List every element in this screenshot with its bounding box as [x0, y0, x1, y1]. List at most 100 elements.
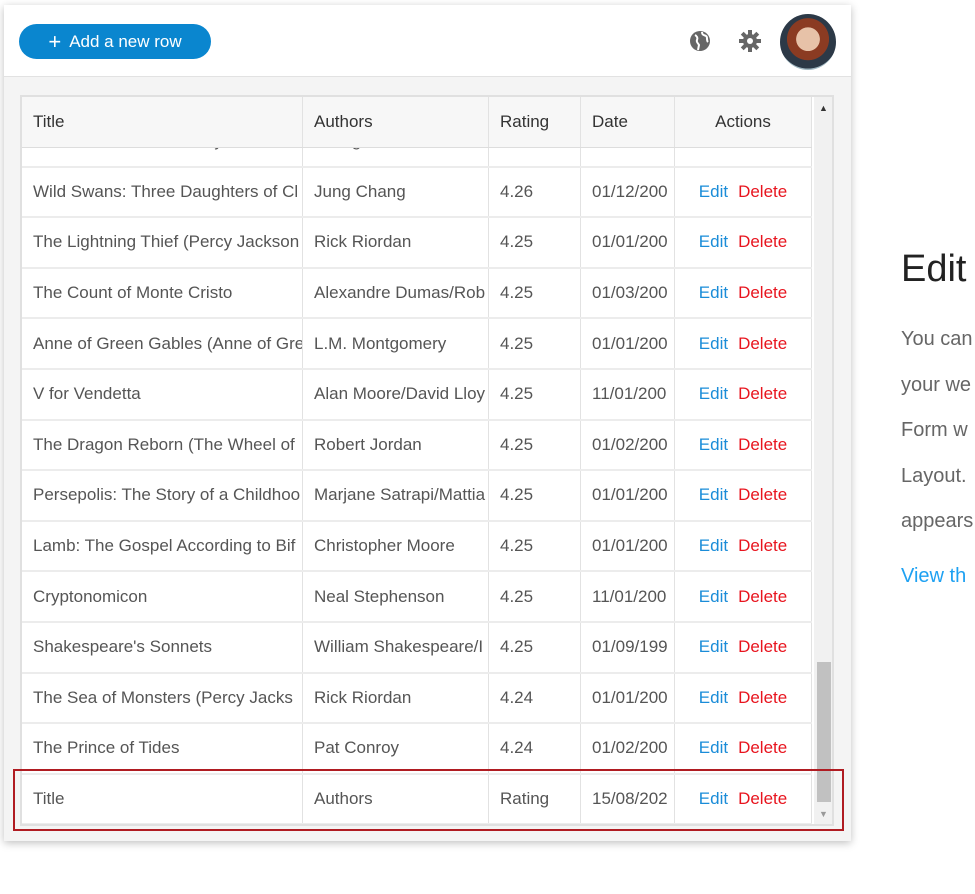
table-body: The Richest Man in BabylonGeorge S. Clas…	[22, 117, 812, 824]
delete-link[interactable]: Delete	[738, 587, 787, 607]
avatar[interactable]	[780, 14, 836, 70]
delete-link[interactable]: Delete	[738, 232, 787, 252]
cell-date: 01/12/200	[581, 167, 675, 217]
header-rating[interactable]: Rating	[489, 97, 581, 147]
cell-actions: Edit Delete	[675, 572, 812, 621]
toolbar: + Add a new row	[4, 5, 851, 77]
cell-authors: William Shakespeare/I	[303, 622, 489, 672]
table-row[interactable]: V for Vendetta Alan Moore/David Lloy 4.25 1…	[22, 369, 812, 421]
cell-title: V for Vendetta	[22, 369, 303, 419]
delete-link[interactable]: Delete	[738, 637, 787, 657]
cell-date: 01/01/200	[581, 218, 675, 267]
cell-authors: Robert Jordan	[303, 420, 489, 470]
edit-link[interactable]: Edit	[699, 485, 728, 505]
header-authors[interactable]: Authors	[303, 97, 489, 147]
cell-rating: 4.25	[489, 521, 581, 571]
cell-title: The Dragon Reborn (The Wheel of	[22, 420, 303, 470]
edit-link[interactable]: Edit	[699, 587, 728, 607]
plus-icon: +	[48, 28, 62, 54]
cell-actions: Edit Delete	[675, 369, 812, 419]
edit-link[interactable]: Edit	[699, 536, 728, 556]
table-row[interactable]: The Count of Monte Cristo Alexandre Dumas…	[22, 268, 812, 320]
cell-authors: Pat Conroy	[303, 724, 489, 773]
add-row-label: Add a new row	[69, 31, 182, 51]
cell-title: Anne of Green Gables (Anne of Gre	[22, 319, 303, 368]
gear-icon[interactable]	[738, 29, 762, 53]
cell-rating: 4.25	[489, 572, 581, 621]
table-row[interactable]: The Sea of Monsters (Percy Jacks Rick Rio…	[22, 673, 812, 725]
edit-link[interactable]: Edit	[699, 384, 728, 404]
delete-link[interactable]: Delete	[738, 384, 787, 404]
panel-body: You can your we Form w Layout. appears	[901, 328, 974, 532]
table-row[interactable]: The Prince of Tides Pat Conroy 4.24 01/02/2…	[22, 724, 812, 775]
delete-link[interactable]: Delete	[738, 435, 787, 455]
table-row[interactable]: Persepolis: The Story of a Childhoo Marja…	[22, 471, 812, 522]
scroll-up-icon[interactable]: ▲	[819, 103, 828, 113]
delete-link[interactable]: Delete	[738, 688, 787, 708]
header-title[interactable]: Title	[22, 97, 303, 147]
cell-authors: Christopher Moore	[303, 521, 489, 571]
vertical-scrollbar[interactable]: ▲ ▼	[814, 97, 832, 824]
cell-actions: Edit Delete	[675, 622, 812, 672]
cell-date: 01/01/200	[581, 471, 675, 520]
edit-link[interactable]: Edit	[699, 435, 728, 455]
edit-link[interactable]: Edit	[699, 637, 728, 657]
cell-actions: Edit Delete	[675, 167, 812, 217]
header-actions: Actions	[675, 97, 812, 147]
cell-rating: 4.26	[489, 167, 581, 217]
edit-link[interactable]: Edit	[699, 688, 728, 708]
edit-link[interactable]: Edit	[699, 232, 728, 252]
table-row[interactable]: Wild Swans: Three Daughters of Cl Jung Ch…	[22, 167, 812, 219]
cell-authors: Marjane Satrapi/Mattia	[303, 471, 489, 520]
table-row[interactable]: The Lightning Thief (Percy Jackson Rick R…	[22, 218, 812, 269]
cell-rating: 4.25	[489, 218, 581, 267]
table-row[interactable]: The Dragon Reborn (The Wheel of Robert Jo…	[22, 420, 812, 472]
table-row[interactable]: Shakespeare's Sonnets William Shakespeare…	[22, 622, 812, 674]
cell-authors: Jung Chang	[303, 167, 489, 217]
cell-rating: 4.25	[489, 369, 581, 419]
cell-actions: Edit Delete	[675, 268, 812, 318]
header-date[interactable]: Date	[581, 97, 675, 147]
edit-link[interactable]: Edit	[699, 738, 728, 758]
cell-date: 01/01/200	[581, 319, 675, 368]
cell-authors: L.M. Montgomery	[303, 319, 489, 368]
cell-date: 01/01/200	[581, 521, 675, 571]
cell-date: 11/01/200	[581, 369, 675, 419]
cell-rating: 4.25	[489, 420, 581, 470]
table-header: Title Authors Rating Date Actions	[22, 97, 812, 148]
cell-date: 01/03/200	[581, 268, 675, 318]
cell-date: 01/02/200	[581, 724, 675, 773]
delete-link[interactable]: Delete	[738, 536, 787, 556]
cell-rating: 4.25	[489, 471, 581, 520]
cell-authors: Alexandre Dumas/Rob	[303, 268, 489, 318]
cell-title: The Sea of Monsters (Percy Jacks	[22, 673, 303, 723]
delete-link[interactable]: Delete	[738, 283, 787, 303]
delete-link[interactable]: Delete	[738, 334, 787, 354]
edit-link[interactable]: Edit	[699, 182, 728, 202]
cell-title: Wild Swans: Three Daughters of Cl	[22, 167, 303, 217]
delete-link[interactable]: Delete	[738, 738, 787, 758]
cell-title: Lamb: The Gospel According to Bif	[22, 521, 303, 571]
edit-link[interactable]: Edit	[699, 334, 728, 354]
panel-link[interactable]: View th	[901, 565, 966, 588]
cell-date: 01/01/200	[581, 673, 675, 723]
table-row[interactable]: Anne of Green Gables (Anne of Gre L.M. Mo…	[22, 319, 812, 370]
globe-icon[interactable]	[688, 29, 712, 53]
cell-rating: 4.24	[489, 673, 581, 723]
cell-rating: 4.25	[489, 268, 581, 318]
cell-date: 01/09/199	[581, 622, 675, 672]
cell-title: Shakespeare's Sonnets	[22, 622, 303, 672]
edit-link[interactable]: Edit	[699, 283, 728, 303]
cell-title: Cryptonomicon	[22, 572, 303, 621]
add-row-button[interactable]: + Add a new row	[19, 24, 211, 59]
delete-link[interactable]: Delete	[738, 485, 787, 505]
table-row[interactable]: Lamb: The Gospel According to Bif Christo…	[22, 521, 812, 573]
table-row[interactable]: Cryptonomicon Neal Stephenson 4.25 11/01/20…	[22, 572, 812, 623]
cell-actions: Edit Delete	[675, 521, 812, 571]
cell-authors: Rick Riordan	[303, 673, 489, 723]
cell-actions: Edit Delete	[675, 420, 812, 470]
cell-date: 11/01/200	[581, 572, 675, 621]
delete-link[interactable]: Delete	[738, 182, 787, 202]
cell-actions: Edit Delete	[675, 673, 812, 723]
cell-authors: Alan Moore/David Lloy	[303, 369, 489, 419]
